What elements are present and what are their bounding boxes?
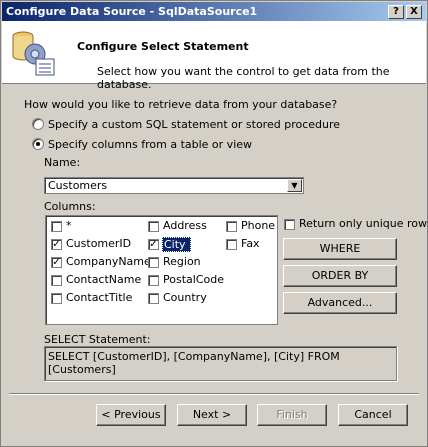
columns-from-table-label[interactable]: Specify columns from a table or view [48, 138, 252, 151]
column-label-country: Country [163, 291, 207, 304]
chevron-down-icon[interactable]: ▼ [287, 179, 302, 192]
question-label: How would you like to retrieve data from… [24, 98, 338, 111]
page-subtitle: Select how you want the control to get d… [97, 65, 390, 91]
column-label-star: * [66, 219, 72, 232]
custom-sql-radio[interactable] [32, 118, 44, 130]
page-title: Configure Select Statement [77, 40, 249, 53]
column-label-region: Region [163, 255, 201, 268]
column-checkbox-address[interactable] [148, 221, 159, 232]
help-button[interactable]: ? [388, 5, 404, 19]
column-label-companyname: CompanyName [66, 255, 151, 268]
previous-button[interactable]: < Previous [96, 404, 166, 426]
column-checkbox-companyname[interactable]: ✓ [51, 257, 62, 268]
column-checkbox-country[interactable] [148, 293, 159, 304]
select-statement-label: SELECT Statement: [44, 333, 151, 346]
unique-rows-checkbox[interactable] [284, 219, 295, 230]
column-checkbox-phone[interactable] [226, 221, 237, 232]
columns-list[interactable]: * ✓ CustomerID ✓ CompanyName ContactName… [45, 215, 278, 325]
where-button[interactable]: WHERE [283, 238, 397, 260]
column-label-contacttitle: ContactTitle [66, 291, 133, 304]
window-title: Configure Data Source - SqlDataSource1 [6, 5, 258, 18]
select-statement-text: SELECT [CustomerID], [CompanyName], [Cit… [48, 350, 340, 376]
cancel-button[interactable]: Cancel [338, 404, 408, 426]
wizard-header: Configure Select Statement Select how yo… [2, 21, 426, 91]
column-label-customerid: CustomerID [66, 237, 132, 250]
column-label-city: City [162, 237, 191, 252]
column-checkbox-postalcode[interactable] [148, 275, 159, 286]
next-button[interactable]: Next > [177, 404, 247, 426]
column-checkbox-contactname[interactable] [51, 275, 62, 286]
columns-label: Columns: [44, 200, 96, 213]
column-label-phone: Phone [241, 219, 276, 232]
column-label-contactname: ContactName [66, 273, 142, 286]
name-label: Name: [44, 156, 81, 169]
column-checkbox-city[interactable]: ✓ [148, 239, 159, 250]
column-label-postalcode: PostalCode [163, 273, 224, 286]
dialog-window: Configure Data Source - SqlDataSource1 ?… [0, 0, 428, 447]
database-config-icon [12, 31, 55, 76]
column-checkbox-fax[interactable] [226, 239, 237, 250]
column-checkbox-star[interactable] [51, 221, 62, 232]
column-checkbox-customerid[interactable]: ✓ [51, 239, 62, 250]
footer-divider [9, 393, 419, 395]
table-select-value: Customers [48, 179, 108, 192]
select-statement-box[interactable]: SELECT [CustomerID], [CompanyName], [Cit… [44, 346, 397, 381]
column-label-fax: Fax [241, 237, 260, 250]
column-label-address: Address [163, 219, 207, 232]
table-select[interactable]: Customers ▼ [44, 177, 304, 194]
unique-rows-label[interactable]: Return only unique rows [299, 217, 428, 230]
column-checkbox-contacttitle[interactable] [51, 293, 62, 304]
column-checkbox-region[interactable] [148, 257, 159, 268]
finish-button[interactable]: Finish [257, 404, 327, 426]
close-button[interactable]: X [406, 5, 422, 19]
title-bar[interactable]: Configure Data Source - SqlDataSource1 ?… [2, 2, 426, 21]
advanced-button[interactable]: Advanced... [283, 292, 397, 314]
custom-sql-label[interactable]: Specify a custom SQL statement or stored… [48, 118, 340, 131]
order-by-button[interactable]: ORDER BY [283, 265, 397, 287]
columns-from-table-radio[interactable] [32, 138, 44, 150]
